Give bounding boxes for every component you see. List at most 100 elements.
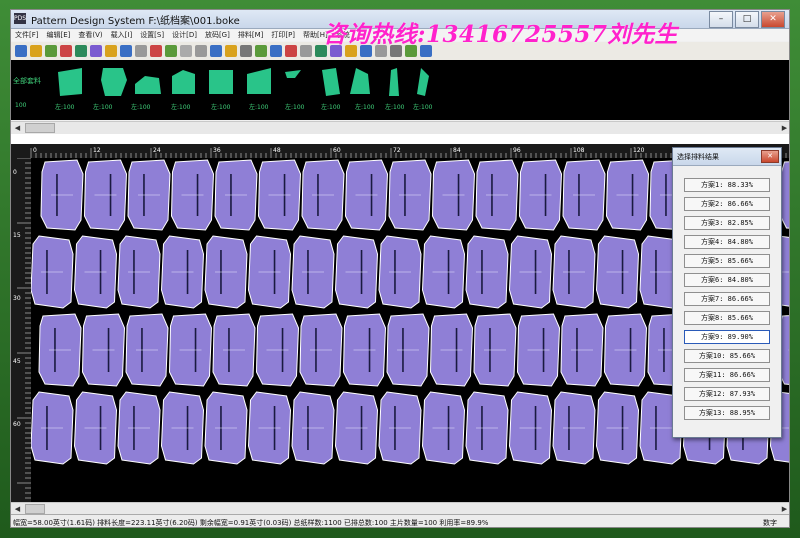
- plan-button-2[interactable]: 方案2: 86.66%: [684, 197, 770, 211]
- toolbar-tool-icon[interactable]: [195, 45, 207, 57]
- toolbar-tool-icon[interactable]: [120, 45, 132, 57]
- ruler-top-label: 12: [93, 147, 101, 154]
- maximize-button[interactable]: □: [735, 11, 759, 28]
- hotline-watermark: 咨询热线:13416725557刘先生: [323, 21, 679, 48]
- window-title: Pattern Design System F:\纸档案\001.boke: [31, 16, 240, 27]
- dialog-close-button[interactable]: ✕: [761, 150, 779, 163]
- plan-button-6[interactable]: 方案6: 84.80%: [684, 273, 770, 287]
- scroll-right-icon[interactable]: ▶: [779, 123, 789, 133]
- scroll-left-icon[interactable]: ◀: [12, 504, 23, 514]
- ruler-left: 0 15 30 45 60: [11, 158, 31, 502]
- plan-button-5[interactable]: 方案5: 85.66%: [684, 254, 770, 268]
- toolbar-tool-icon[interactable]: [135, 45, 147, 57]
- plan-button-12[interactable]: 方案12: 87.93%: [684, 387, 770, 401]
- piece-count-label: 左:100: [385, 104, 405, 111]
- ruler-top-label: 84: [453, 147, 461, 154]
- toolbar-tool-icon[interactable]: [165, 45, 177, 57]
- menu-file[interactable]: 文件[F]: [11, 29, 43, 41]
- ruler-top-label: 72: [393, 147, 401, 154]
- piece-bar-scrollbar[interactable]: ◀ ▶: [11, 121, 789, 135]
- menu-marker[interactable]: 排料[M]: [234, 29, 268, 41]
- piece-thumbnail[interactable]: [245, 66, 273, 98]
- plan-button-3[interactable]: 方案3: 82.85%: [684, 216, 770, 230]
- plan-button-10[interactable]: 方案10: 85.66%: [684, 349, 770, 363]
- piece-thumbnail[interactable]: [99, 66, 127, 98]
- marker-result-dialog: 选择排料结果 ✕ 方案1: 88.33% 方案2: 86.66% 方案3: 82.8…: [672, 147, 782, 438]
- piece-count-label: 左:100: [171, 104, 191, 111]
- plan-button-7[interactable]: 方案7: 86.66%: [684, 292, 770, 306]
- toolbar-tool-icon[interactable]: [210, 45, 222, 57]
- toolbar-tool-icon[interactable]: [285, 45, 297, 57]
- toolbar-tool-icon[interactable]: [300, 45, 312, 57]
- ruler-top-label: 36: [213, 147, 221, 154]
- toolbar-tool-icon[interactable]: [255, 45, 267, 57]
- dialog-title: 选择排料结果: [677, 153, 719, 161]
- scroll-thumb[interactable]: [25, 123, 55, 133]
- piece-thumbnail[interactable]: [56, 66, 84, 98]
- plan-button-4[interactable]: 方案4: 84.80%: [684, 235, 770, 249]
- piece-count-label: 左:100: [55, 104, 75, 111]
- plan-button-13[interactable]: 方案13: 88.95%: [684, 406, 770, 420]
- toolbar-tool-icon[interactable]: [150, 45, 162, 57]
- minimize-button[interactable]: –: [709, 11, 733, 28]
- toolbar-tool-icon[interactable]: [240, 45, 252, 57]
- status-text: 幅宽=58.00英寸(1.61码) 排料长度=223.11英寸(6.20码) 剩…: [13, 519, 489, 527]
- status-bar: 幅宽=58.00英寸(1.61码) 排料长度=223.11英寸(6.20码) 剩…: [11, 514, 789, 527]
- menu-print[interactable]: 打印[P]: [267, 29, 299, 41]
- piece-thumbnail[interactable]: [379, 66, 407, 98]
- toolbar-tool-icon[interactable]: [75, 45, 87, 57]
- toolbar-tool-icon[interactable]: [15, 45, 27, 57]
- toolbar-tool-icon[interactable]: [60, 45, 72, 57]
- piece-bar: 全部套料 100 左:100 左:100 左:100 左:100 左:100 左:100 左:…: [11, 60, 789, 120]
- ruler-left-label: 30: [13, 295, 21, 302]
- piece-bar-label: 全部套料: [13, 77, 41, 85]
- dialog-title-bar: 选择排料结果 ✕: [673, 148, 781, 166]
- piece-count-label: 100: [15, 102, 27, 109]
- toolbar-tool-icon[interactable]: [225, 45, 237, 57]
- scroll-thumb[interactable]: [25, 504, 45, 514]
- close-button[interactable]: ✕: [761, 11, 785, 28]
- piece-thumbnail[interactable]: [407, 66, 435, 98]
- toolbar-tool-icon[interactable]: [30, 45, 42, 57]
- piece-thumbnail[interactable]: [314, 66, 342, 98]
- piece-count-label: 左:100: [249, 104, 269, 111]
- piece-count-label: 左:100: [321, 104, 341, 111]
- plan-button-9[interactable]: 方案9: 89.90%: [684, 330, 770, 344]
- ruler-top-label: 120: [633, 147, 645, 154]
- menu-edit[interactable]: 编辑[E]: [43, 29, 75, 41]
- toolbar-tool-icon[interactable]: [270, 45, 282, 57]
- plan-button-11[interactable]: 方案11: 86.66%: [684, 368, 770, 382]
- plan-button-1[interactable]: 方案1: 88.33%: [684, 178, 770, 192]
- ruler-top-label: 108: [573, 147, 585, 154]
- toolbar-tool-icon[interactable]: [90, 45, 102, 57]
- menu-grading[interactable]: 放码[G]: [201, 29, 234, 41]
- scroll-left-icon[interactable]: ◀: [12, 123, 23, 133]
- status-mode: 数字: [763, 519, 777, 527]
- piece-count-label: 左:100: [413, 104, 433, 111]
- menu-view[interactable]: 查看(V): [74, 29, 106, 41]
- piece-thumbnail[interactable]: [279, 66, 307, 98]
- ruler-left-label: 45: [13, 358, 21, 365]
- app-icon: PDS: [14, 13, 27, 24]
- menu-import[interactable]: 载入[I]: [107, 29, 137, 41]
- piece-thumbnail[interactable]: [133, 66, 161, 98]
- ruler-left-label: 60: [13, 421, 21, 428]
- toolbar-tool-icon[interactable]: [45, 45, 57, 57]
- piece-thumbnail[interactable]: [169, 66, 197, 98]
- scroll-right-icon[interactable]: ▶: [779, 504, 789, 514]
- ruler-top-label: 96: [513, 147, 521, 154]
- piece-thumbnail[interactable]: [207, 66, 235, 98]
- piece-count-label: 左:100: [93, 104, 113, 111]
- ruler-left-label: 15: [13, 232, 21, 239]
- piece-count-label: 左:100: [355, 104, 375, 111]
- toolbar-tool-icon[interactable]: [105, 45, 117, 57]
- piece-thumbnail[interactable]: [346, 66, 374, 98]
- piece-count-label: 左:100: [211, 104, 231, 111]
- ruler-left-label: 0: [13, 169, 17, 176]
- menu-settings[interactable]: 设置[S]: [136, 29, 168, 41]
- menu-design[interactable]: 设计[D]: [168, 29, 201, 41]
- toolbar-tool-icon[interactable]: [180, 45, 192, 57]
- plan-button-8[interactable]: 方案8: 85.66%: [684, 311, 770, 325]
- ruler-top-label: 48: [273, 147, 281, 154]
- ruler-top-label: 24: [153, 147, 161, 154]
